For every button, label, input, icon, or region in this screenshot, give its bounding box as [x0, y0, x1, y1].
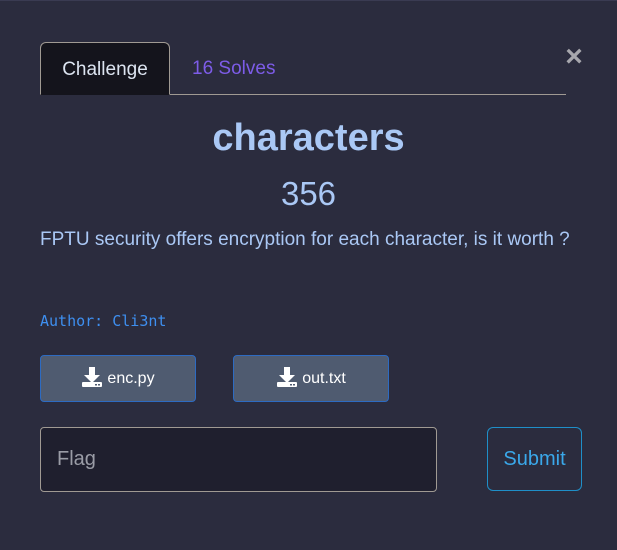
tab-solves[interactable]: 16 Solves	[192, 42, 278, 95]
challenge-tabs: Challenge 16 Solves	[40, 42, 566, 95]
download-icon	[82, 366, 103, 387]
submit-button[interactable]: Submit	[487, 427, 582, 491]
challenge-points: 356	[280, 175, 337, 212]
close-icon[interactable]: ×	[562, 42, 586, 72]
tab-challenge[interactable]: Challenge	[40, 42, 170, 95]
file-download-button[interactable]: enc.py	[40, 355, 196, 402]
challenge-modal: Challenge 16 Solves × characters 356 FPT…	[0, 0, 617, 550]
challenge-author: Author: Cli3nt	[40, 312, 167, 330]
file-name: out.txt	[302, 370, 346, 387]
challenge-description: FPTU security offers encryption for each…	[40, 229, 570, 250]
flag-input[interactable]	[40, 427, 437, 492]
file-name: enc.py	[107, 370, 155, 387]
challenge-name: characters	[212, 117, 405, 159]
file-download-button[interactable]: out.txt	[233, 355, 389, 402]
download-icon	[277, 366, 298, 387]
